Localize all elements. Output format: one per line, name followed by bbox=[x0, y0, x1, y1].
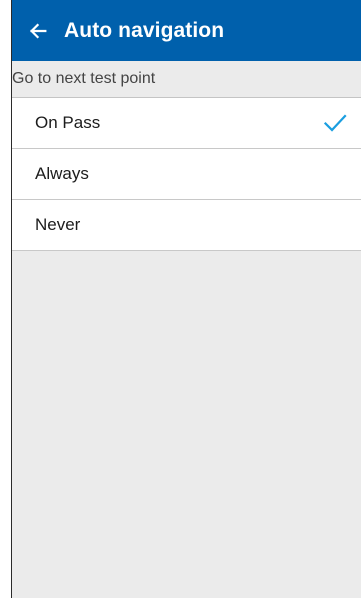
option-list: On Pass Always Never bbox=[12, 98, 361, 251]
option-on-pass[interactable]: On Pass bbox=[12, 98, 361, 149]
app-bar: Auto navigation bbox=[12, 0, 361, 61]
option-label: Always bbox=[35, 164, 89, 183]
settings-screen: Auto navigation Go to next test point On… bbox=[11, 0, 361, 598]
section-header: Go to next test point bbox=[12, 61, 361, 98]
option-never[interactable]: Never bbox=[12, 200, 361, 251]
page-title: Auto navigation bbox=[64, 18, 225, 42]
checkmark-icon bbox=[323, 111, 347, 135]
option-always[interactable]: Always bbox=[12, 149, 361, 200]
option-label: On Pass bbox=[35, 113, 101, 132]
section-header-label: Go to next test point bbox=[12, 70, 156, 87]
back-button[interactable] bbox=[12, 0, 64, 61]
arrow-left-icon bbox=[27, 20, 49, 42]
option-label: Never bbox=[35, 215, 81, 234]
